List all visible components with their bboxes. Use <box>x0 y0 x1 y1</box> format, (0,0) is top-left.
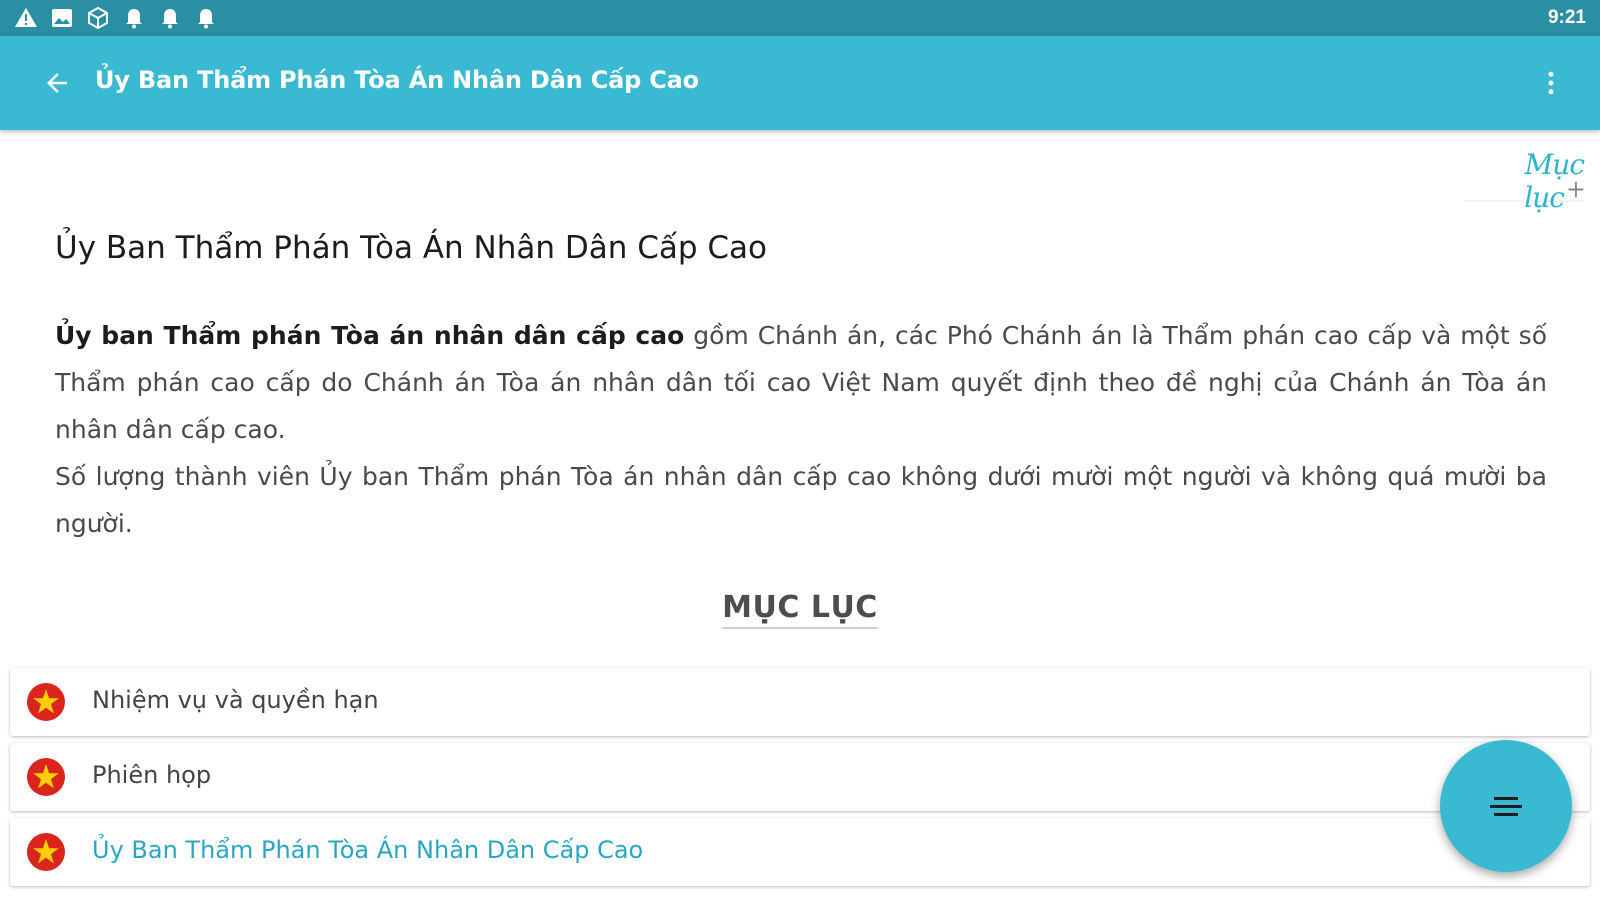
section-heading-text: MỤC LỤC <box>722 590 878 629</box>
section-heading: MỤC LỤC <box>0 590 1600 629</box>
more-vert-icon <box>1548 71 1554 95</box>
toc-list: Nhiệm vụ và quyền hạn Phiên họp Ủy Ban T… <box>10 668 1590 893</box>
status-time: 9:21 <box>1547 7 1586 28</box>
vietnam-flag-icon <box>27 833 65 871</box>
back-button[interactable] <box>34 60 80 106</box>
fab-menu-button[interactable] <box>1440 740 1572 872</box>
toc-link-plus: + <box>1565 175 1586 203</box>
cube-icon <box>88 6 108 30</box>
bell-icon <box>162 9 178 29</box>
warning-icon <box>15 8 37 27</box>
article-title: Ủy Ban Thẩm Phán Tòa Án Nhân Dân Cấp Cao <box>55 230 768 266</box>
bell-icon <box>198 9 214 29</box>
status-icons <box>14 6 218 30</box>
article-paragraph: Ủy ban Thẩm phán Tòa án nhân dân cấp cao… <box>55 312 1547 453</box>
list-item[interactable]: Phiên họp <box>10 743 1590 811</box>
article-body: Ủy ban Thẩm phán Tòa án nhân dân cấp cao… <box>55 312 1547 547</box>
list-item-label: Nhiệm vụ và quyền hạn <box>92 686 379 714</box>
list-item-label: Phiên họp <box>92 761 212 789</box>
app-bar: Ủy Ban Thẩm Phán Tòa Án Nhân Dân Cấp Cao <box>0 36 1600 130</box>
overflow-menu-button[interactable] <box>1528 60 1574 106</box>
list-item[interactable]: Nhiệm vụ và quyền hạn <box>10 668 1590 736</box>
list-item[interactable]: Ủy Ban Thẩm Phán Tòa Án Nhân Dân Cấp Cao <box>10 818 1590 886</box>
image-icon <box>52 9 72 27</box>
article-paragraph: Số lượng thành viên Ủy ban Thẩm phán Tòa… <box>55 462 1547 538</box>
arrow-left-icon <box>47 73 67 93</box>
status-bar: 9:21 <box>0 0 1600 36</box>
bell-icon <box>126 9 142 29</box>
toc-link[interactable]: Mục lục+ <box>1464 148 1586 214</box>
vietnam-flag-icon <box>27 758 65 796</box>
menu-lines-icon <box>1490 797 1522 816</box>
vietnam-flag-icon <box>27 683 65 721</box>
article-paragraph-bold: Ủy ban Thẩm phán Tòa án nhân dân cấp cao <box>55 321 685 350</box>
list-item-label: Ủy Ban Thẩm Phán Tòa Án Nhân Dân Cấp Cao <box>92 836 644 864</box>
app-title: Ủy Ban Thẩm Phán Tòa Án Nhân Dân Cấp Cao <box>95 66 699 94</box>
